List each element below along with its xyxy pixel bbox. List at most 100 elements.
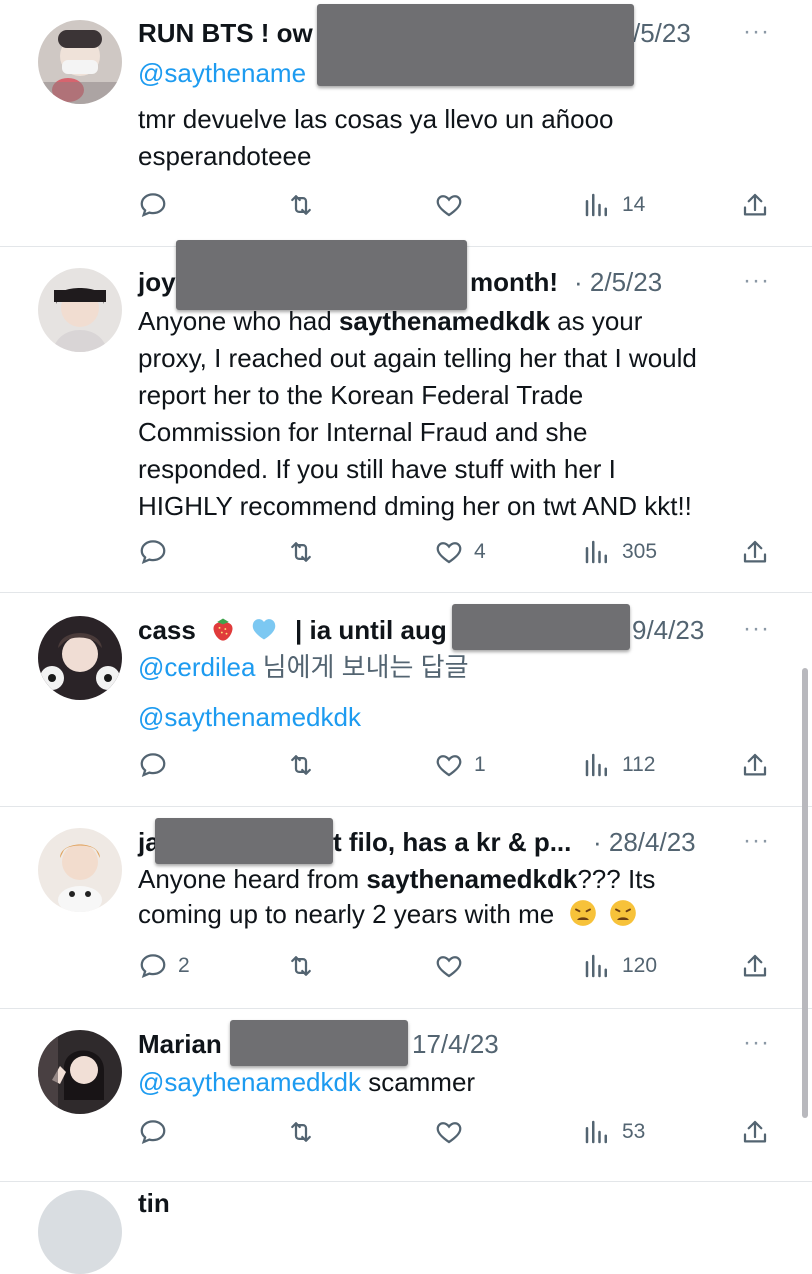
display-name[interactable]: Marian [138,1029,222,1059]
action-bar: 53 [138,1112,772,1152]
text-line: Anyone heard from saythenamedkdk??? Its [138,864,656,894]
tweet-card[interactable]: joy month! · 2/5/23 ··· Anyone who had s… [0,240,812,593]
more-icon[interactable]: ··· [743,615,770,643]
tweet-card[interactable]: Marian 17/4/23 ··· @saythenamedkdk scamm… [0,1009,812,1182]
more-icon[interactable]: ··· [743,1029,770,1057]
reply-to-link[interactable]: @cerdilea [138,652,255,682]
tweet-text: tmr devuelve las cosas ya llevo un añooo… [138,101,782,175]
reply-icon [140,954,166,978]
share-button[interactable] [740,185,770,225]
views-button[interactable]: 14 [582,185,645,225]
retweet-button[interactable] [286,185,316,225]
mention-link[interactable]: @saythenamedkdk [138,700,782,734]
mention-link[interactable]: saythenamedkdk [339,306,550,336]
tweet-text: @cerdilea 님에게 보내는 답글 @saythenamedkdk [138,650,782,734]
avatar[interactable] [38,1190,122,1274]
share-icon [743,193,767,216]
more-icon[interactable]: ··· [743,267,770,295]
tweet-card-partial[interactable]: tin [0,1182,812,1274]
share-button[interactable] [740,532,770,572]
display-name[interactable]: joy [138,267,176,297]
action-bar: 4 305 [138,532,772,572]
views-count: 112 [622,753,656,776]
display-name-tail[interactable]: month! [470,262,558,302]
retweet-button[interactable] [286,532,316,572]
share-icon [743,540,767,563]
views-icon [585,1120,607,1144]
share-button[interactable] [740,745,770,785]
avatar[interactable] [38,20,122,104]
views-icon [585,954,607,978]
tweet-date[interactable]: · 2/5/23 [574,262,662,302]
display-name[interactable]: tin [138,1188,170,1219]
views-button[interactable]: 305 [582,532,657,572]
reply-button[interactable] [138,532,168,572]
tweet-card[interactable]: RUN BTS ! ow @saythename /5/23 ··· tmr d… [0,0,812,247]
tweet-text: Anyone heard from saythenamedkdk??? Its … [138,862,782,932]
share-icon [743,753,767,776]
retweet-button[interactable] [286,1112,316,1152]
like-button[interactable] [434,185,464,225]
retweet-button[interactable] [286,946,316,986]
mention-link[interactable]: saythenamedkdk [366,864,577,894]
like-icon [436,1122,462,1144]
redaction-box [155,818,333,864]
reply-button[interactable] [138,185,168,225]
avatar[interactable] [38,268,122,352]
action-bar: 2 120 [138,946,772,986]
views-icon [585,540,607,564]
more-icon[interactable]: ··· [743,827,770,855]
blue-heart-emoji [253,619,276,640]
retweet-icon [291,956,311,976]
text-line: responded. If you still have stuff with … [138,454,616,484]
retweet-icon [291,542,311,562]
avatar[interactable] [38,828,122,912]
text-line: esperandoteee [138,141,312,171]
tweet-date[interactable]: 9/4/23 [632,610,704,650]
reply-icon [140,193,166,217]
avatar[interactable] [38,1030,122,1114]
views-icon [585,753,607,777]
tweet-card[interactable]: ja t filo, has a kr & p... · 28/4/23 ···… [0,807,812,1009]
avatar[interactable] [38,616,122,700]
like-icon [436,956,462,978]
display-name-tail[interactable]: | ia until aug [295,610,447,650]
reply-button[interactable]: 2 [138,946,190,986]
views-button[interactable]: 120 [582,946,657,986]
reply-button[interactable] [138,1112,168,1152]
like-button[interactable] [434,1112,464,1152]
replies-count: 2 [178,954,190,977]
share-button[interactable] [740,1112,770,1152]
like-button[interactable]: 4 [434,532,486,572]
tweet-text: Anyone who had saythenamedkdk as your pr… [138,303,782,525]
handle[interactable]: @saythename [138,58,306,88]
tweet-card[interactable]: cass | ia until aug 9/4/23 ··· @cerdilea… [0,593,812,807]
text-line: proxy, I reached out again telling her t… [138,343,697,373]
share-icon [743,1120,767,1143]
like-button[interactable]: 1 [434,745,486,785]
retweet-button[interactable] [286,745,316,785]
strawberry-emoji [213,618,233,641]
mention-link[interactable]: @saythenamedkdk [138,1067,361,1097]
weary-face-emoji [609,900,636,926]
redaction-box [176,240,467,310]
retweet-icon [291,755,311,775]
views-button[interactable]: 53 [582,1112,645,1152]
tweet-date[interactable]: /5/23 [633,13,691,53]
display-name[interactable]: RUN BTS ! ow [138,18,313,48]
weary-face-emoji [570,900,597,926]
text-line: @saythenamedkdk scammer [138,1067,476,1097]
views-count: 14 [622,193,646,216]
more-icon[interactable]: ··· [743,18,770,46]
reply-button[interactable] [138,745,168,785]
action-bar: 14 [138,185,772,225]
scrollbar[interactable] [802,668,808,1118]
tweet-date[interactable]: · 28/4/23 [593,822,696,862]
display-name[interactable]: cass [138,615,196,645]
views-button[interactable]: 112 [582,745,655,785]
display-name-tail[interactable]: t filo, has a kr & p... [333,822,571,862]
share-button[interactable] [740,946,770,986]
text-line: tmr devuelve las cosas ya llevo un añooo [138,104,614,134]
like-button[interactable] [434,946,464,986]
tweet-date[interactable]: 17/4/23 [412,1024,499,1064]
